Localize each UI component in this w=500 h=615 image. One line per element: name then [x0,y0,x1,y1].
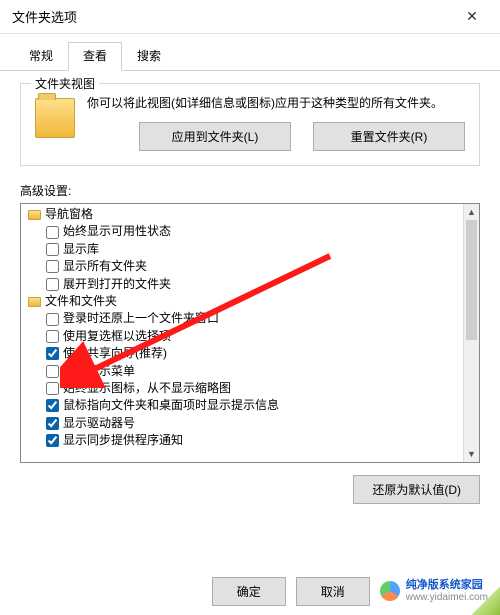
advanced-settings-label: 高级设置: [20,182,480,199]
tree-item-label: 文件和文件夹 [45,293,117,310]
folder-small-icon [27,295,41,309]
scroll-track[interactable] [464,220,479,446]
tree-item-label: 显示库 [63,241,99,258]
option-checkbox[interactable] [46,243,59,256]
advanced-settings-tree: 导航窗格始终显示可用性状态显示库显示所有文件夹展开到打开的文件夹文件和文件夹登录… [20,203,480,463]
option-checkbox[interactable] [46,313,59,326]
folder-views-group: 文件夹视图 你可以将此视图(如详细信息或图标)应用于这种类型的所有文件夹。 应用… [20,83,480,166]
tree-item-label: 显示所有文件夹 [63,258,147,275]
close-button[interactable]: ✕ [452,3,492,31]
tree-item: 显示所有文件夹 [23,258,463,275]
tree-item: 始终显示菜单 [23,363,463,380]
scroll-thumb[interactable] [466,220,477,340]
option-checkbox[interactable] [46,347,59,360]
cancel-button[interactable]: 取消 [296,577,370,606]
dialog-footer: 确定 取消 纯净版系统家园 www.yidaimei.com [0,567,500,615]
option-checkbox[interactable] [46,278,59,291]
ok-button[interactable]: 确定 [212,577,286,606]
tree-item: 始终显示可用性状态 [23,223,463,240]
option-checkbox[interactable] [46,417,59,430]
folder-icon [35,98,75,138]
tree-item: 鼠标指向文件夹和桌面项时显示提示信息 [23,397,463,414]
option-checkbox[interactable] [46,330,59,343]
folder-views-label: 文件夹视图 [31,75,99,92]
tab-content: 文件夹视图 你可以将此视图(如详细信息或图标)应用于这种类型的所有文件夹。 应用… [0,71,500,463]
tree-item-label: 鼠标指向文件夹和桌面项时显示提示信息 [63,397,279,414]
tab-strip: 常规 查看 搜索 [0,34,500,71]
tree-item-label: 展开到打开的文件夹 [63,276,171,293]
folder-views-description: 你可以将此视图(如详细信息或图标)应用于这种类型的所有文件夹。 [87,94,465,112]
tree-item-label: 始终显示可用性状态 [63,223,171,240]
scroll-up-button[interactable]: ▲ [464,204,479,220]
option-checkbox[interactable] [46,226,59,239]
tree-folder: 导航窗格 [23,206,463,223]
tree-item: 显示同步提供程序通知 [23,432,463,449]
tab-general[interactable]: 常规 [14,42,68,70]
tab-search[interactable]: 搜索 [122,42,176,70]
tree-item: 始终显示图标，从不显示缩略图 [23,380,463,397]
tree-item: 显示库 [23,241,463,258]
tree-item-label: 导航窗格 [45,206,93,223]
tree-item: 展开到打开的文件夹 [23,276,463,293]
reset-folders-button[interactable]: 重置文件夹(R) [313,122,465,151]
tree-item-label: 使用共享向导(推荐) [63,345,167,362]
tree-item: 使用复选框以选择项 [23,328,463,345]
tab-view[interactable]: 查看 [68,42,122,71]
option-checkbox[interactable] [46,382,59,395]
restore-defaults-button[interactable]: 还原为默认值(D) [353,475,480,504]
tree-item: 显示驱动器号 [23,415,463,432]
tree-item: 使用共享向导(推荐) [23,345,463,362]
apply-to-folders-button[interactable]: 应用到文件夹(L) [139,122,291,151]
option-checkbox[interactable] [46,260,59,273]
tree-item-label: 使用复选框以选择项 [63,328,171,345]
scrollbar[interactable]: ▲ ▼ [463,204,479,462]
tree-item: 登录时还原上一个文件夹窗口 [23,310,463,327]
tree-item-label: 始终显示图标，从不显示缩略图 [63,380,231,397]
close-icon: ✕ [466,8,478,25]
tree-item-label: 登录时还原上一个文件夹窗口 [63,310,219,327]
tree-item-label: 始终显示菜单 [63,363,135,380]
tree-item-label: 显示驱动器号 [63,415,135,432]
window-title: 文件夹选项 [12,7,452,26]
tree-item-label: 显示同步提供程序通知 [63,432,183,449]
scroll-down-button[interactable]: ▼ [464,446,479,462]
option-checkbox[interactable] [46,434,59,447]
page-corner-icon [472,587,500,615]
folder-small-icon [27,208,41,222]
brand-logo-icon [380,581,400,601]
tree-folder: 文件和文件夹 [23,293,463,310]
option-checkbox[interactable] [46,399,59,412]
option-checkbox[interactable] [46,365,59,378]
